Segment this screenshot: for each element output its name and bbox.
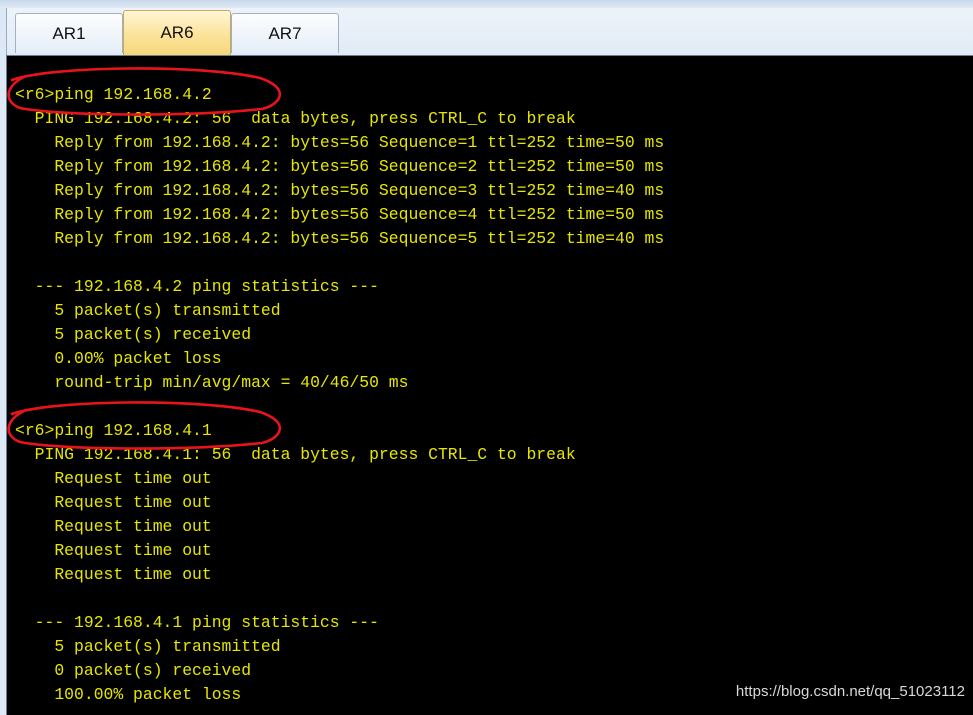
- terminal-line: Reply from 192.168.4.2: bytes=56 Sequenc…: [15, 157, 665, 176]
- terminal-line: 0 packet(s) received: [15, 661, 252, 680]
- terminal-line: round-trip min/avg/max = 40/46/50 ms: [15, 373, 409, 392]
- tab-ar6[interactable]: AR6: [123, 10, 231, 55]
- terminal-prompt-line: <r6>ping 192.168.4.1: [15, 421, 212, 440]
- terminal-line: Request time out: [15, 541, 212, 560]
- terminal-console[interactable]: <r6>ping 192.168.4.2 PING 192.168.4.2: 5…: [6, 55, 973, 715]
- terminal-line: Request time out: [15, 517, 212, 536]
- window-top-strip: [0, 0, 973, 8]
- terminal-line: 5 packet(s) transmitted: [15, 301, 281, 320]
- terminal-line: PING 192.168.4.1: 56 data bytes, press C…: [15, 445, 576, 464]
- tab-ar1[interactable]: AR1: [15, 13, 123, 53]
- terminal-line: 100.00% packet loss: [15, 685, 242, 704]
- terminal-prompt-line: <r6>ping 192.168.4.2: [15, 85, 212, 104]
- terminal-line: Reply from 192.168.4.2: bytes=56 Sequenc…: [15, 133, 665, 152]
- watermark-text: https://blog.csdn.net/qq_51023112: [735, 683, 965, 700]
- terminal-line: PING 192.168.4.2: 56 data bytes, press C…: [15, 109, 576, 128]
- terminal-window: AR1 AR6 AR7 <r6>ping 192.168.4.2 PING 19…: [0, 0, 973, 715]
- terminal-line: Reply from 192.168.4.2: bytes=56 Sequenc…: [15, 205, 665, 224]
- terminal-line: Request time out: [15, 469, 212, 488]
- terminal-line: Request time out: [15, 493, 212, 512]
- terminal-line: 0.00% packet loss: [15, 349, 222, 368]
- terminal-line: 5 packet(s) received: [15, 325, 252, 344]
- terminal-line: Reply from 192.168.4.2: bytes=56 Sequenc…: [15, 229, 665, 248]
- tab-ar7[interactable]: AR7: [231, 13, 339, 53]
- terminal-line: Reply from 192.168.4.2: bytes=56 Sequenc…: [15, 181, 665, 200]
- terminal-line: --- 192.168.4.2 ping statistics ---: [15, 277, 379, 296]
- terminal-line: Request time out: [15, 565, 212, 584]
- terminal-line: --- 192.168.4.1 ping statistics ---: [15, 613, 379, 632]
- tab-bar: AR1 AR6 AR7: [6, 8, 973, 55]
- terminal-line: 5 packet(s) transmitted: [15, 637, 281, 656]
